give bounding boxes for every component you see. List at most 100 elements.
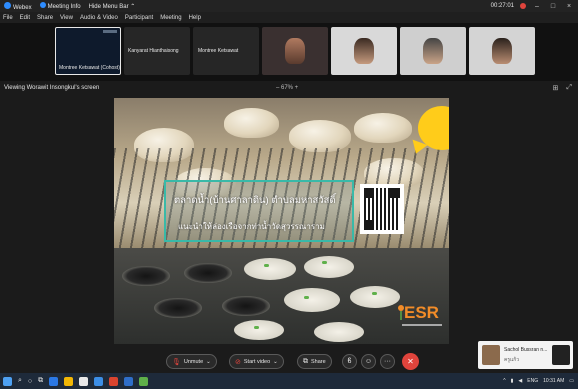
volume-icon[interactable]: ◀	[518, 378, 522, 384]
cortana-icon[interactable]: ○	[28, 378, 32, 385]
notification-message: ครูแก้ว	[504, 357, 520, 363]
participant-tile-video-4[interactable]	[469, 27, 535, 75]
share-button[interactable]: ⧉ Share	[297, 354, 332, 369]
windows-start-icon[interactable]	[3, 376, 12, 386]
reactions-icon: ϐ	[347, 358, 352, 365]
scallion-garnish	[254, 326, 259, 329]
kanom-krok-pit	[122, 266, 170, 286]
participant-name: Montree Ketsawat (Cohost)	[59, 65, 120, 71]
close-window-button[interactable]: ×	[564, 3, 574, 10]
emoji-button[interactable]: ☺	[361, 354, 376, 369]
leave-meeting-button[interactable]: ✕	[402, 353, 419, 370]
chat-notification[interactable]: Sachol Bussran n... ครูแก้ว	[478, 341, 573, 369]
store-icon[interactable]	[79, 376, 89, 386]
edge-icon[interactable]	[49, 376, 59, 386]
batter-image	[304, 256, 354, 278]
more-options-button[interactable]: ···	[380, 354, 395, 369]
layout-icon[interactable]: ⊞	[553, 84, 559, 92]
participant-avatar	[423, 38, 443, 64]
menu-share[interactable]: Share	[37, 15, 53, 21]
menu-help[interactable]: Help	[189, 15, 201, 21]
kanom-krok-pit	[184, 263, 232, 283]
chevron-up-icon[interactable]: ^	[503, 378, 505, 384]
shared-screen: ตลาดน้ำ(บ้านศาลาดิน) ตำบลมหาสวัสดิ์ แนะน…	[114, 98, 449, 344]
notifications-icon[interactable]: ▭	[569, 378, 574, 384]
info-icon	[39, 2, 46, 8]
webex-logo-icon	[4, 1, 11, 9]
sender-avatar	[482, 345, 500, 365]
unmute-button[interactable]: 🎙 Unmute ⌄	[166, 354, 217, 369]
scallion-garnish	[372, 292, 377, 295]
windows-taskbar: ⌕ ○ ⧉ ^ ▮ ◀ ENG 10:31 AM ▭	[0, 373, 578, 389]
webex-app[interactable]: Webex	[4, 1, 32, 11]
webex-taskbar-icon[interactable]	[139, 376, 149, 386]
slide-title-box: ตลาดน้ำ(บ้านศาลาดิน) ตำบลมหาสวัสดิ์ แนะน…	[164, 180, 354, 242]
close-icon: ✕	[407, 357, 414, 366]
scallion-garnish	[304, 296, 309, 299]
network-icon[interactable]: ▮	[511, 378, 514, 384]
batter-image	[234, 320, 284, 340]
microphone-muted-icon: 🎙	[172, 358, 181, 366]
participant-tile-montree[interactable]: Montree Ketsawat	[193, 27, 259, 75]
participant-name: Kanyarat Hianthaisong	[128, 48, 179, 54]
meeting-timer: 00:27:01	[490, 3, 514, 9]
fullscreen-icon[interactable]: ⤢	[566, 84, 572, 92]
mail-icon[interactable]	[94, 376, 104, 386]
slide-title-line-2: แนะนำให้ล่องเรือจากท่าน้ำวัดสุวรรณาราม	[178, 222, 325, 231]
menu-participant[interactable]: Participant	[125, 15, 153, 21]
participant-tile-video-2[interactable]	[331, 27, 397, 75]
clock[interactable]: 10:31 AM	[543, 378, 564, 384]
task-view-icon[interactable]: ⧉	[38, 377, 43, 385]
menu-bar: File Edit Share View Audio & Video Parti…	[0, 12, 578, 23]
participant-avatar	[285, 38, 305, 64]
participant-avatar	[492, 38, 512, 64]
file-explorer-icon[interactable]	[64, 376, 74, 386]
participant-tile-video-3[interactable]	[400, 27, 466, 75]
batter-image	[244, 258, 296, 280]
start-video-button[interactable]: ⊘ Start video ⌄	[229, 354, 284, 369]
menu-edit[interactable]: Edit	[20, 15, 30, 21]
maximize-window-button[interactable]: □	[548, 3, 558, 10]
audio-indicator-icon	[103, 30, 117, 33]
meeting-info-button[interactable]: Meeting Info	[39, 2, 81, 10]
participant-name: Montree Ketsawat	[198, 48, 239, 54]
screen-share-viewbar: Viewing Worawit Insongkul's screen – 67%…	[0, 81, 578, 94]
esr-logo-underline	[402, 324, 442, 326]
batter-image	[314, 322, 364, 342]
dumpling-image	[354, 113, 412, 143]
menu-meeting[interactable]: Meeting	[160, 15, 181, 21]
share-screen-icon: ⧉	[303, 357, 308, 365]
minimize-window-button[interactable]: –	[532, 3, 542, 10]
hide-menu-bar-button[interactable]: Hide Menu Bar ⌃	[89, 3, 136, 10]
notification-thumbnail	[552, 345, 570, 365]
participant-avatar	[354, 38, 374, 64]
chevron-down-icon: ⌄	[206, 358, 211, 365]
esr-logo: ESR	[404, 303, 439, 322]
title-bar: Webex Meeting Info Hide Menu Bar ⌃ 00:27…	[0, 0, 578, 12]
menu-view[interactable]: View	[60, 15, 73, 21]
menu-file[interactable]: File	[3, 15, 13, 21]
smiley-icon: ☺	[364, 358, 373, 365]
system-tray: ^ ▮ ◀ ENG 10:31 AM ▭	[503, 373, 574, 389]
video-off-icon: ⊘	[235, 358, 241, 366]
zoom-control[interactable]: – 67% +	[276, 85, 298, 91]
menu-audio-video[interactable]: Audio & Video	[80, 15, 118, 21]
language-indicator[interactable]: ENG	[527, 378, 538, 384]
participant-strip: Montree Ketsawat (Cohost) Kanyarat Hiant…	[0, 23, 578, 81]
participant-tile-montree-cohost[interactable]: Montree Ketsawat (Cohost)	[55, 27, 121, 75]
chevron-down-icon: ⌄	[273, 358, 278, 365]
participant-tile-kanyarat[interactable]: Kanyarat Hianthaisong	[124, 27, 190, 75]
participant-tile-video-1[interactable]	[262, 27, 328, 75]
scallion-garnish	[264, 264, 269, 267]
sender-name: Sachol Bussran n...	[504, 347, 548, 353]
kanom-krok-pit	[222, 296, 270, 316]
batter-image	[284, 288, 340, 312]
slide-title-line-1: ตลาดน้ำ(บ้านศาลาดิน) ตำบลมหาสวัสดิ์	[174, 195, 336, 206]
chrome-icon[interactable]	[109, 376, 119, 386]
reactions-button[interactable]: ϐ	[342, 354, 357, 369]
viewing-label: Viewing Worawit Insongkul's screen	[4, 84, 100, 91]
recording-icon	[520, 3, 526, 9]
dumpling-image	[224, 108, 279, 138]
search-icon[interactable]: ⌕	[18, 377, 22, 385]
word-icon[interactable]	[124, 376, 134, 386]
